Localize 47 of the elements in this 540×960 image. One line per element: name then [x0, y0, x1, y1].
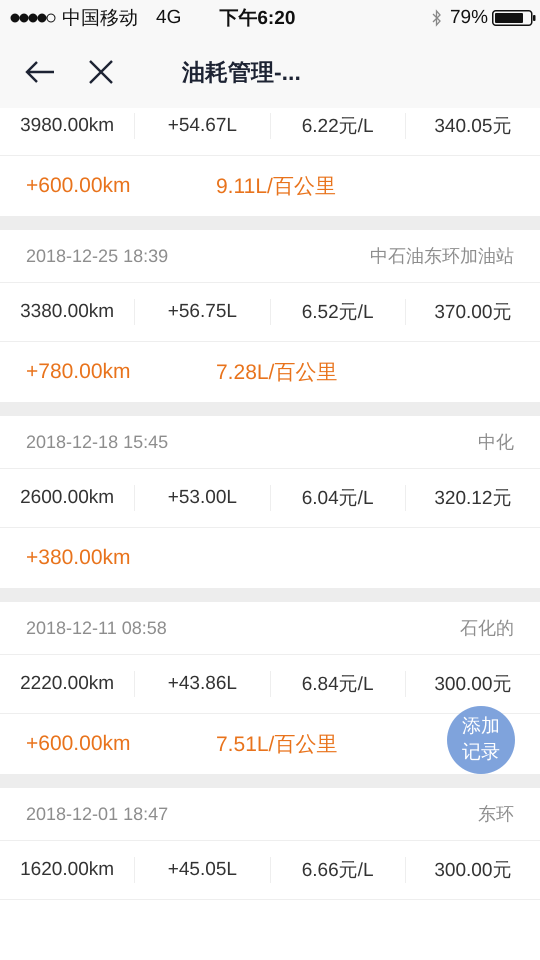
back-arrow-icon: [24, 59, 56, 85]
stat-value: 3980.00km: [20, 115, 114, 137]
consumption-value: 7.51L/百公里: [216, 732, 338, 758]
clock-time: 下午6:20: [219, 7, 296, 31]
stat-value: 2220.00km: [20, 673, 114, 695]
stat-value: +56.75L: [168, 301, 237, 323]
stat-value: 6.22元/L: [302, 115, 374, 139]
station-name: 中化: [478, 431, 514, 454]
network-type: 4G: [156, 7, 182, 29]
close-button[interactable]: [88, 59, 114, 85]
station-name: 东环: [478, 803, 514, 826]
stat-value: +53.00L: [168, 487, 237, 509]
stat-value: 370.00元: [434, 301, 512, 325]
battery-percent: 79%: [450, 7, 488, 29]
station-name: 中石油东环加油站: [370, 245, 514, 268]
record-date: 2018-12-25 18:39: [26, 246, 168, 266]
stat-value: 6.04元/L: [302, 487, 374, 511]
close-icon: [88, 59, 114, 85]
stat-value: 300.00元: [434, 859, 512, 883]
carrier-name: 中国移动: [62, 7, 138, 31]
stat-value: 320.12元: [434, 487, 512, 511]
stat-value: 1620.00km: [20, 859, 114, 881]
consumption-value: 7.28L/百公里: [216, 360, 338, 386]
consumption-value: 9.11L/百公里: [216, 174, 336, 200]
stat-value: 6.84元/L: [302, 673, 374, 697]
record-date: 2018-12-11 08:58: [26, 618, 167, 638]
stat-value: 6.66元/L: [302, 859, 374, 883]
stat-value: 6.52元/L: [302, 301, 374, 325]
station-name: 石化的: [460, 617, 514, 640]
distance-value: +780.00km: [26, 360, 132, 384]
stat-value: +45.05L: [168, 859, 237, 881]
distance-value: +380.00km: [26, 546, 132, 570]
battery-icon: [492, 10, 536, 26]
signal-icon: [10, 13, 56, 23]
stat-value: 3380.00km: [20, 301, 114, 323]
record-date: 2018-12-18 15:45: [26, 432, 168, 452]
stat-value: 300.00元: [434, 673, 512, 697]
bluetooth-icon: [432, 9, 442, 27]
distance-value: +600.00km: [26, 174, 132, 198]
page-title: 油耗管理-...: [182, 58, 301, 86]
stat-value: 340.05元: [434, 115, 512, 139]
distance-value: +600.00km: [26, 732, 132, 756]
stat-value: +43.86L: [168, 673, 237, 695]
stat-value: +54.67L: [168, 115, 237, 137]
back-button[interactable]: [24, 59, 56, 85]
record-date: 2018-12-01 18:47: [26, 804, 168, 824]
stat-value: 2600.00km: [20, 487, 114, 509]
